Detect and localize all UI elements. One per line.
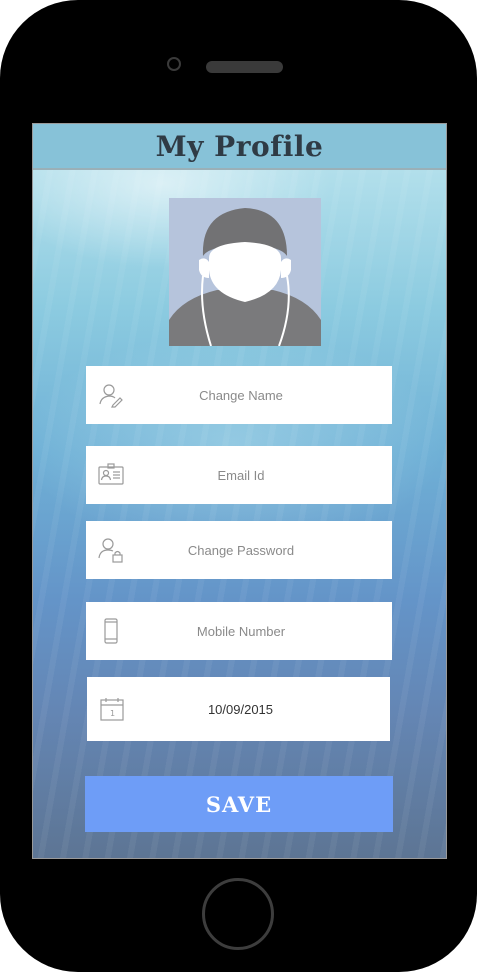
- name-field[interactable]: Change Name: [86, 366, 392, 424]
- calendar-icon: 1: [99, 696, 125, 722]
- home-button[interactable]: [202, 878, 274, 950]
- id-card-icon: [98, 462, 124, 488]
- save-button[interactable]: SAVE: [85, 776, 393, 832]
- front-camera: [167, 57, 181, 71]
- name-placeholder: Change Name: [199, 387, 283, 403]
- svg-text:1: 1: [110, 709, 115, 718]
- email-field[interactable]: Email Id: [86, 446, 392, 504]
- user-silhouette-icon: [169, 208, 321, 347]
- mobile-phone-icon: [98, 618, 124, 644]
- date-field[interactable]: 1 10/09/2015: [87, 677, 390, 741]
- save-label: SAVE: [205, 791, 273, 817]
- app-screen: My Profile Change Name Email Id Change P…: [32, 123, 447, 859]
- header-bar: My Profile: [33, 124, 446, 170]
- user-lock-icon: [98, 537, 124, 563]
- earpiece-speaker: [206, 61, 283, 73]
- email-placeholder: Email Id: [217, 467, 265, 483]
- page-title: My Profile: [155, 129, 324, 163]
- mobile-field[interactable]: Mobile Number: [86, 602, 392, 660]
- mobile-placeholder: Mobile Number: [196, 623, 286, 639]
- phone-frame: My Profile Change Name Email Id Change P…: [0, 0, 477, 972]
- user-edit-icon: [98, 382, 124, 408]
- password-placeholder: Change Password: [187, 542, 295, 558]
- date-value: 10/09/2015: [207, 701, 274, 717]
- password-field[interactable]: Change Password: [86, 521, 392, 579]
- profile-avatar[interactable]: [169, 198, 321, 347]
